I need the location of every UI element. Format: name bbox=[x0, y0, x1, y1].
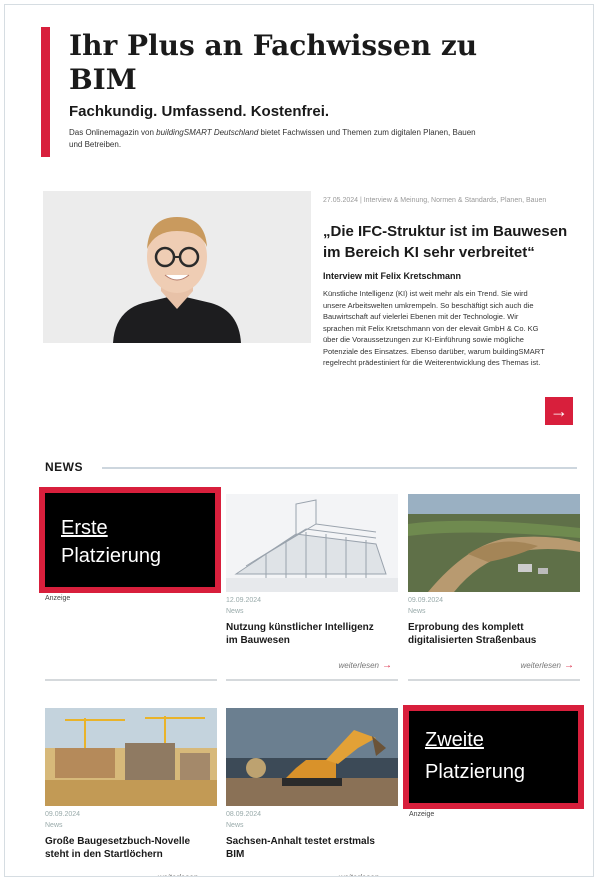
news-card-image[interactable] bbox=[226, 494, 398, 592]
news-card-date: 12.09.2024 bbox=[226, 597, 262, 604]
ad-second-subtitle: Platzierung bbox=[425, 761, 526, 783]
news-card-category: News bbox=[226, 608, 244, 615]
news-card-date: 08.09.2024 bbox=[226, 811, 262, 818]
arrow-right-icon: → bbox=[550, 401, 568, 421]
page-frame: Ihr Plus an Fachwissen zu BIM Fachkundig… bbox=[4, 4, 594, 877]
arrow-right-icon: → bbox=[382, 660, 392, 671]
news-card-read-more-link[interactable]: weiterlesen→ bbox=[339, 872, 392, 876]
ad-first-subtitle: Platzierung bbox=[61, 545, 162, 567]
building-structure-icon bbox=[226, 494, 398, 592]
featured-meta: 27.05.2024 | Interview & Meinung, Normen… bbox=[323, 197, 547, 204]
ad-placement-second[interactable]: Zweite Platzierung bbox=[403, 705, 584, 809]
arrow-right-icon: → bbox=[201, 872, 211, 876]
news-card-read-more-link[interactable]: weiterlesen→ bbox=[521, 660, 574, 671]
ad-first-title[interactable]: Erste bbox=[61, 515, 108, 541]
hero-subtitle: Fachkundig. Umfassend. Kostenfrei. bbox=[69, 103, 330, 120]
news-card-image[interactable] bbox=[226, 708, 398, 806]
arrow-right-icon: → bbox=[382, 872, 392, 876]
featured-title[interactable]: „Die IFC-Struktur ist im Bauwesen im Ber… bbox=[323, 221, 583, 263]
news-card-read-more-link[interactable]: weiterlesen→ bbox=[158, 872, 211, 876]
news-card-category: News bbox=[408, 608, 426, 615]
news-divider bbox=[102, 467, 577, 469]
news-card-title[interactable]: Erprobung des komplett digitalisierten S… bbox=[408, 621, 568, 647]
news-card[interactable]: 09.09.2024 News Große Baugesetzbuch-Nove… bbox=[45, 708, 217, 876]
construction-site-icon bbox=[45, 708, 217, 806]
hero-section: Ihr Plus an Fachwissen zu BIM Fachkundig… bbox=[41, 27, 571, 157]
hero-description: Das Onlinemagazin von buildingSMART Deut… bbox=[69, 128, 476, 149]
portrait-photo-icon bbox=[43, 191, 311, 343]
featured-read-more-button[interactable]: → bbox=[545, 397, 573, 425]
news-card-image[interactable] bbox=[45, 708, 217, 806]
news-card-title[interactable]: Sachsen-Anhalt testet erstmals BIM bbox=[226, 835, 386, 861]
card-divider bbox=[408, 679, 580, 681]
news-card-image[interactable] bbox=[408, 494, 580, 592]
ad-first-label: Anzeige bbox=[45, 595, 71, 602]
brand-name: buildingSMART Deutschland bbox=[156, 128, 259, 137]
news-card-category: News bbox=[226, 822, 244, 829]
news-card[interactable]: 12.09.2024 News Nutzung künstlicher Inte… bbox=[226, 494, 398, 682]
featured-portrait-image[interactable] bbox=[43, 191, 311, 343]
news-card-date: 09.09.2024 bbox=[45, 811, 81, 818]
news-section-heading: NEWS bbox=[45, 460, 83, 474]
news-card-date: 09.09.2024 bbox=[408, 597, 444, 604]
news-card-title[interactable]: Nutzung künstlicher Intelligenz im Bauwe… bbox=[226, 621, 386, 647]
card-divider bbox=[226, 679, 398, 681]
featured-body: Künstliche Intelligenz (KI) ist weit meh… bbox=[323, 289, 545, 367]
news-card-category: News bbox=[45, 822, 63, 829]
news-card[interactable]: 08.09.2024 News Sachsen-Anhalt testet er… bbox=[226, 708, 398, 876]
road-construction-icon bbox=[408, 494, 580, 592]
news-card[interactable]: 09.09.2024 News Erprobung des komplett d… bbox=[408, 494, 580, 682]
ad-second-label: Anzeige bbox=[409, 811, 435, 818]
news-card-title[interactable]: Große Baugesetzbuch-Novelle steht in den… bbox=[45, 835, 205, 861]
hero-accent-bar bbox=[41, 27, 50, 157]
card-divider bbox=[45, 679, 217, 681]
ad-placement-first[interactable]: Erste Platzierung bbox=[39, 487, 221, 593]
arrow-right-icon: → bbox=[564, 660, 574, 671]
excavator-icon bbox=[226, 708, 398, 806]
news-card-read-more-link[interactable]: weiterlesen→ bbox=[339, 660, 392, 671]
featured-subtitle: Interview mit Felix Kretschmann bbox=[323, 271, 462, 281]
ad-second-title[interactable]: Zweite bbox=[425, 727, 484, 753]
page-title: Ihr Plus an Fachwissen zu BIM bbox=[69, 29, 478, 96]
